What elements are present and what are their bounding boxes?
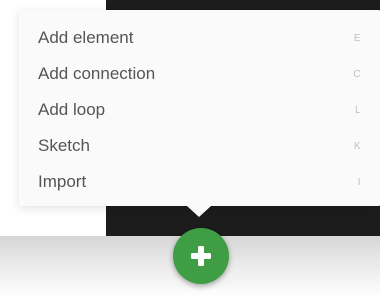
- menu-item-shortcut: K: [353, 140, 361, 152]
- add-menu: Add element E Add connection C Add loop …: [19, 10, 380, 206]
- menu-item-label: Import: [38, 172, 87, 191]
- menu-item-shortcut: C: [353, 68, 361, 80]
- menu-item-label: Add loop: [38, 100, 106, 119]
- menu-item-label: Sketch: [38, 136, 90, 155]
- add-button[interactable]: [173, 228, 229, 284]
- menu-pointer-arrow: [187, 206, 211, 217]
- menu-item-add-connection[interactable]: Add connection C: [19, 56, 380, 92]
- menu-item-shortcut: I: [357, 176, 361, 188]
- menu-item-sketch[interactable]: Sketch K: [19, 128, 380, 164]
- menu-item-label: Add element: [38, 28, 134, 47]
- menu-item-shortcut: E: [353, 32, 361, 44]
- plus-icon: [191, 246, 211, 266]
- menu-item-label: Add connection: [38, 64, 156, 83]
- menu-item-import[interactable]: Import I: [19, 164, 380, 200]
- menu-item-shortcut: L: [354, 104, 361, 116]
- menu-item-add-loop[interactable]: Add loop L: [19, 92, 380, 128]
- menu-item-add-element[interactable]: Add element E: [19, 20, 380, 56]
